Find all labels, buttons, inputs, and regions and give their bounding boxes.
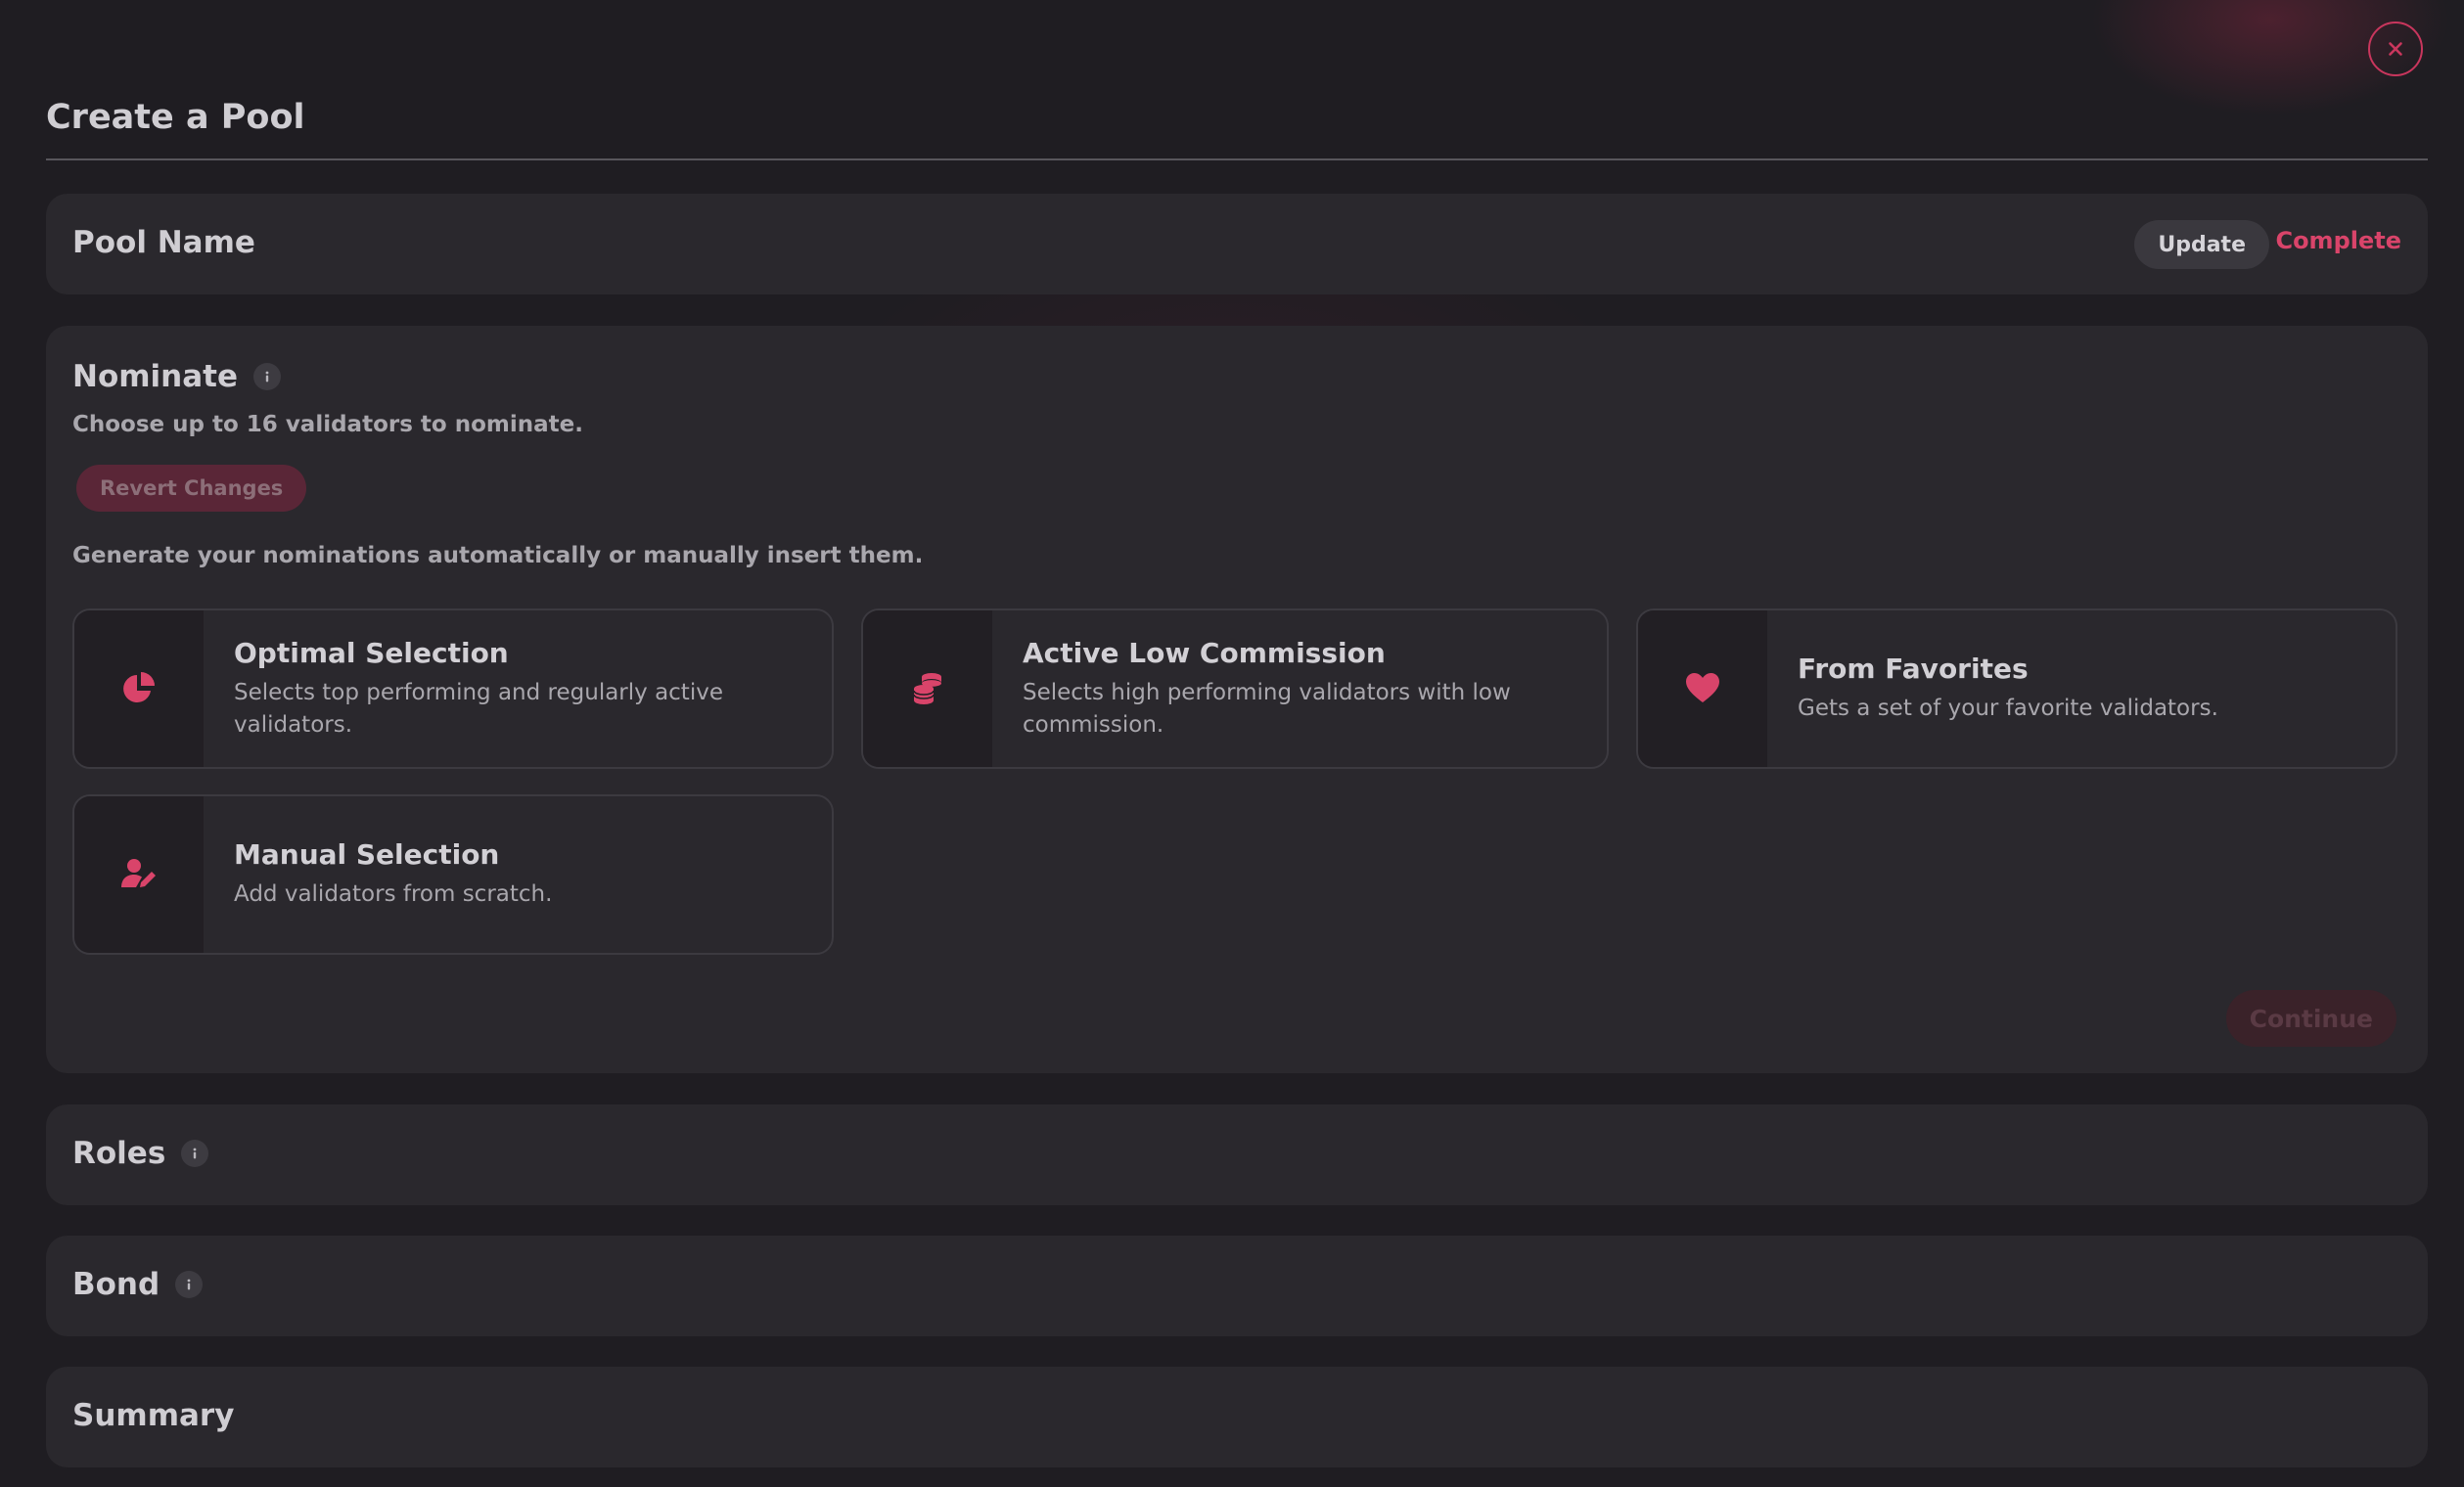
option-title: Optimal Selection (234, 636, 509, 669)
complete-status: Complete (2275, 227, 2401, 254)
bond-title: Bond (72, 1267, 204, 1302)
revert-changes-button[interactable]: Revert Changes (76, 465, 307, 512)
from-favorites-option[interactable]: From Favorites Gets a set of your favori… (1636, 608, 2397, 769)
info-icon[interactable] (181, 1140, 209, 1167)
update-button[interactable]: Update (2134, 220, 2269, 269)
continue-button[interactable]: Continue (2225, 990, 2396, 1047)
summary-title: Summary (72, 1398, 234, 1433)
roles-title-text: Roles (72, 1136, 166, 1171)
user-edit-icon (121, 859, 156, 887)
title-divider (46, 158, 2428, 160)
option-text: Active Low Commission Selects high perfo… (1023, 610, 1577, 767)
option-title: Active Low Commission (1023, 636, 1386, 669)
close-button[interactable] (2368, 22, 2423, 76)
option-icon-box (863, 610, 992, 767)
heart-icon (1686, 673, 1719, 702)
option-icon-box (74, 796, 204, 953)
info-icon[interactable] (253, 363, 282, 390)
option-description: Selects high performing validators with … (1023, 679, 1511, 738)
option-text: Manual Selection Add validators from scr… (234, 796, 802, 953)
page-title: Create a Pool (46, 98, 305, 137)
create-pool-modal: Create a Pool Pool Name Update Complete … (0, 0, 2464, 1487)
pool-name-title-text: Pool Name (72, 225, 255, 260)
close-icon (2389, 42, 2402, 56)
nominate-description: Choose up to 16 validators to nominate. (72, 412, 583, 437)
generate-instructions: Generate your nominations automatically … (72, 543, 924, 568)
summary-title-text: Summary (72, 1398, 235, 1433)
pool-name-section[interactable]: Pool Name Update Complete (46, 194, 2428, 294)
option-icon-box (1638, 610, 1767, 767)
nominate-title: Nominate (72, 359, 282, 394)
pool-name-title: Pool Name (72, 225, 255, 260)
option-text: From Favorites Gets a set of your favori… (1798, 610, 2366, 767)
option-text: Optimal Selection Selects top performing… (234, 610, 802, 767)
option-description: Selects top performing and regularly act… (234, 679, 723, 738)
nominate-section: Nominate Choose up to 16 validators to n… (46, 326, 2428, 1073)
active-low-commission-option[interactable]: Active Low Commission Selects high perfo… (861, 608, 1609, 769)
roles-title: Roles (72, 1136, 209, 1171)
option-title: Manual Selection (234, 838, 500, 871)
option-description: Add validators from scratch. (234, 881, 553, 907)
nominate-title-text: Nominate (72, 359, 239, 394)
optimal-selection-option[interactable]: Optimal Selection Selects top performing… (72, 608, 834, 769)
option-title: From Favorites (1798, 653, 2029, 685)
pie-chart-icon (123, 672, 155, 702)
bond-section[interactable]: Bond (46, 1236, 2428, 1336)
manual-selection-option[interactable]: Manual Selection Add validators from scr… (72, 794, 834, 955)
roles-section[interactable]: Roles (46, 1104, 2428, 1205)
coins-stack-icon (913, 673, 941, 704)
option-icon-box (74, 610, 204, 767)
summary-section[interactable]: Summary (46, 1367, 2428, 1467)
info-icon[interactable] (175, 1271, 204, 1298)
option-description: Gets a set of your favorite validators. (1798, 696, 2218, 721)
bond-title-text: Bond (72, 1267, 160, 1302)
